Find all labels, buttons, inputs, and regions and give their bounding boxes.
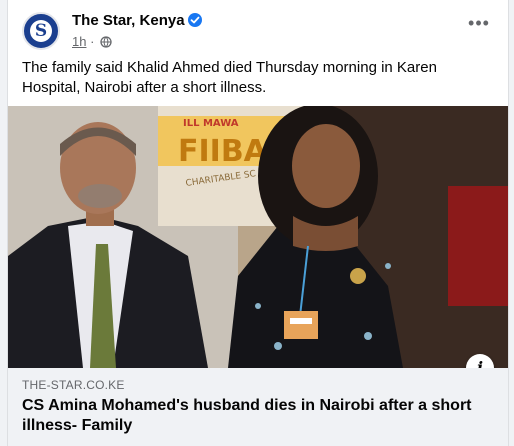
page-name-link[interactable]: The Star, Kenya [72, 12, 185, 29]
more-options-button[interactable]: ••• [464, 14, 494, 36]
post-header: S The Star, Kenya 1h · ••• [22, 8, 494, 52]
post-meta: 1h · [72, 34, 112, 51]
link-title[interactable]: CS Amina Mohamed's husband dies in Nairo… [22, 396, 482, 436]
link-domain: THE-STAR.CO.KE [22, 378, 125, 392]
meta-separator: · [90, 34, 95, 49]
page-avatar[interactable]: S [22, 12, 60, 50]
post-caption: The family said Khalid Ahmed died Thursd… [22, 59, 437, 96]
verified-badge-icon [188, 13, 202, 27]
post-timestamp[interactable]: 1h [72, 34, 86, 49]
avatar-logo: S [30, 20, 52, 42]
banner-text-top: ILL MAWA [183, 118, 239, 129]
banner-text-mid: FIIBA [178, 134, 268, 169]
post-image[interactable]: ILL MAWA FIIBA CHARITABLE SC [8, 106, 508, 368]
feed-post: S The Star, Kenya 1h · ••• The family sa… [7, 0, 509, 446]
link-preview[interactable]: THE-STAR.CO.KE CS Amina Mohamed's husban… [8, 368, 508, 446]
globe-icon [100, 36, 112, 51]
